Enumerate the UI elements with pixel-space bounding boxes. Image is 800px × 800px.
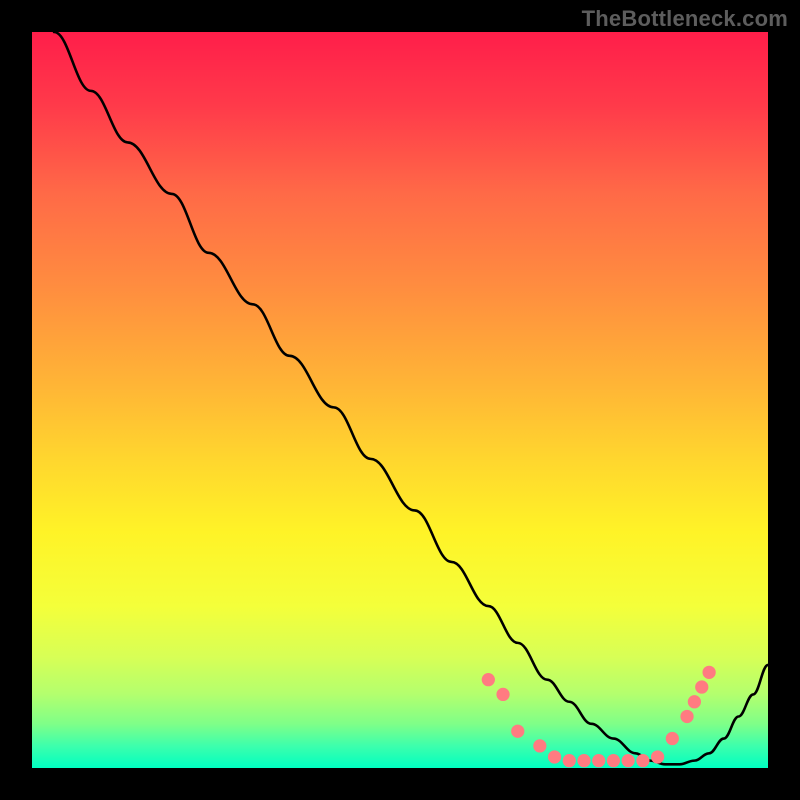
data-dot: [533, 739, 546, 752]
data-dot: [563, 754, 576, 767]
data-dot: [702, 666, 715, 679]
data-dot: [496, 688, 509, 701]
data-dot: [688, 695, 701, 708]
curve-path: [54, 32, 768, 764]
chart-frame: TheBottleneck.com: [0, 0, 800, 800]
data-dot: [636, 754, 649, 767]
dots-group: [482, 666, 716, 768]
data-dot: [607, 754, 620, 767]
data-dot: [651, 750, 664, 763]
data-dot: [622, 754, 635, 767]
data-dot: [482, 673, 495, 686]
data-dot: [577, 754, 590, 767]
watermark-text: TheBottleneck.com: [582, 6, 788, 32]
data-dot: [666, 732, 679, 745]
data-dot: [592, 754, 605, 767]
data-dot: [548, 750, 561, 763]
data-dot: [695, 680, 708, 693]
data-dot: [680, 710, 693, 723]
data-dot: [511, 725, 524, 738]
plot-area: [32, 32, 768, 768]
chart-svg: [32, 32, 768, 768]
